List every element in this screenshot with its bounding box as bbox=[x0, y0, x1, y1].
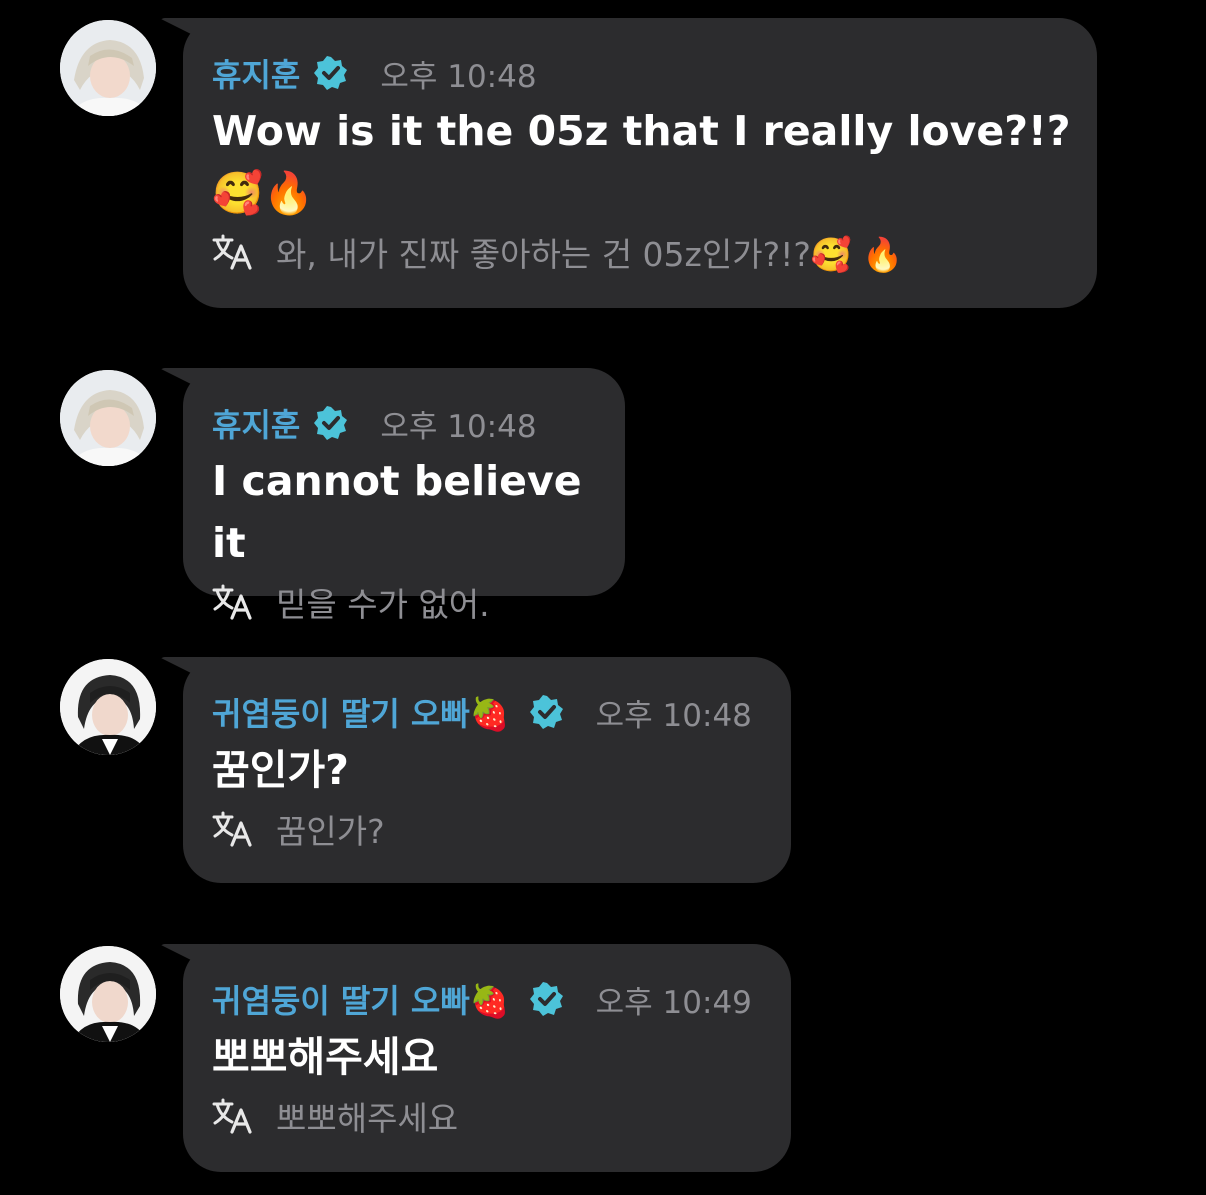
translation-row: 뽀뽀해주세요 bbox=[212, 1092, 761, 1140]
message-bubble[interactable]: 귀염둥이 딸기 오빠🍓 오후 10:49 뽀뽀해주세요 뽀뽀해주세요 bbox=[183, 944, 791, 1172]
message-bubble[interactable]: 휴지훈 오후 10:48 Wow is it the 05z that I re… bbox=[183, 18, 1097, 308]
translation-text: 와, 내가 진짜 좋아하는 건 05z인가?!?🥰 🔥 bbox=[276, 235, 904, 274]
author-avatar[interactable] bbox=[60, 370, 156, 466]
author-name[interactable]: 휴지훈 bbox=[212, 50, 300, 96]
avatar-blond-image bbox=[60, 370, 156, 466]
translate-icon bbox=[212, 234, 252, 270]
verified-badge-icon bbox=[314, 56, 348, 90]
translate-icon bbox=[212, 584, 252, 620]
avatar-blond-image bbox=[60, 20, 156, 116]
message-bubble[interactable]: 휴지훈 오후 10:48 I cannot believe it 믿을 수가 없… bbox=[183, 368, 625, 624]
author-avatar[interactable] bbox=[60, 946, 156, 1042]
translation-row: 와, 내가 진짜 좋아하는 건 05z인가?!?🥰 🔥 bbox=[212, 228, 1067, 276]
avatar-dark-image bbox=[60, 946, 156, 1042]
author-avatar[interactable] bbox=[60, 20, 156, 116]
message-header: 귀염둥이 딸기 오빠🍓 오후 10:49 bbox=[212, 976, 761, 1022]
translation-row: 꿈인가? bbox=[212, 805, 761, 853]
author-avatar[interactable] bbox=[60, 659, 156, 755]
message-text: 뽀뽀해주세요 bbox=[212, 1033, 439, 1081]
message-bubble[interactable]: 귀염둥이 딸기 오빠🍓 오후 10:48 꿈인가? 꿈인가? bbox=[183, 657, 791, 883]
author-name[interactable]: 귀염둥이 딸기 오빠🍓 bbox=[212, 976, 510, 1022]
translation-row: 믿을 수가 없어. bbox=[212, 578, 595, 626]
avatar-dark-image bbox=[60, 659, 156, 755]
message-time: 오후 10:48 bbox=[380, 58, 537, 95]
message-text: 꿈인가? bbox=[212, 746, 349, 794]
verified-badge-icon bbox=[529, 982, 563, 1016]
message-time: 오후 10:48 bbox=[380, 408, 537, 445]
message-time: 오후 10:48 bbox=[595, 697, 752, 734]
message-header: 휴지훈 오후 10:48 bbox=[212, 50, 1067, 96]
translate-icon bbox=[212, 1098, 252, 1134]
translation-text: 뽀뽀해주세요 bbox=[276, 1099, 459, 1138]
message-text: I cannot believe it bbox=[212, 457, 582, 567]
message-header: 휴지훈 오후 10:48 bbox=[212, 400, 595, 446]
translate-icon bbox=[212, 811, 252, 847]
author-name[interactable]: 휴지훈 bbox=[212, 400, 300, 446]
message-time: 오후 10:49 bbox=[595, 984, 752, 1021]
author-name[interactable]: 귀염둥이 딸기 오빠🍓 bbox=[212, 689, 510, 735]
message-text: Wow is it the 05z that I really love?!?🥰… bbox=[212, 107, 1071, 217]
message-header: 귀염둥이 딸기 오빠🍓 오후 10:48 bbox=[212, 689, 761, 735]
verified-badge-icon bbox=[529, 695, 563, 729]
verified-badge-icon bbox=[314, 406, 348, 440]
translation-text: 꿈인가? bbox=[276, 812, 385, 851]
translation-text: 믿을 수가 없어. bbox=[276, 585, 490, 624]
